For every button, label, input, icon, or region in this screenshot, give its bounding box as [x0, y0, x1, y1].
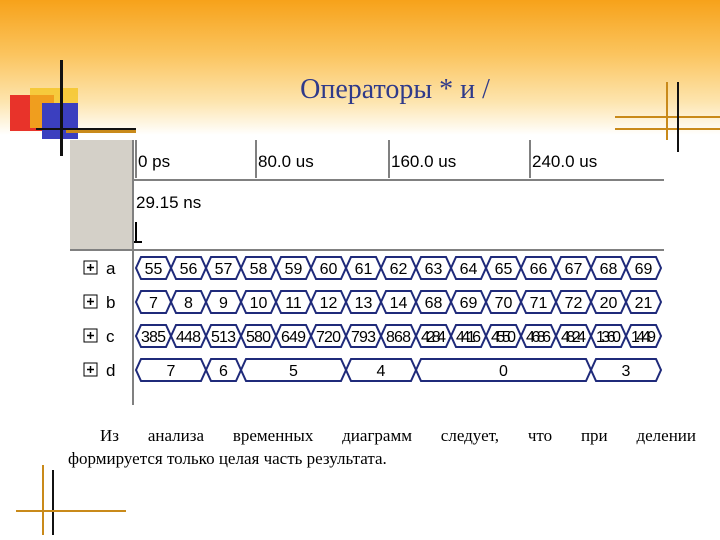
- signal-value: 21: [635, 295, 653, 312]
- signal-value: 4550: [491, 329, 516, 346]
- signal-value: 71: [530, 295, 548, 312]
- expand-icon[interactable]: [83, 328, 98, 343]
- signal-value: 10: [250, 295, 268, 312]
- signal-value: 14: [390, 295, 408, 312]
- caption-line-2: формируется только целая часть результат…: [68, 449, 387, 468]
- signal-value: 67: [565, 261, 583, 278]
- signal-value: 68: [600, 261, 618, 278]
- signal-value: 57: [215, 261, 233, 278]
- signal-value: 55: [145, 261, 163, 278]
- signal-name-d[interactable]: d: [106, 361, 115, 380]
- signal-value: 1360: [596, 329, 621, 346]
- name-column-header: [70, 140, 132, 250]
- signal-value: 448: [176, 329, 201, 346]
- signal-value: 58: [250, 261, 268, 278]
- signal-value: 1449: [631, 329, 656, 346]
- signal-value: 56: [180, 261, 198, 278]
- signal-value: 11: [285, 295, 302, 312]
- signal-value: 720: [316, 329, 341, 346]
- signal-name-column: [70, 250, 132, 405]
- signal-value: 20: [600, 295, 618, 312]
- cursor-time-label: 29.15 ns: [136, 193, 201, 212]
- expand-icon[interactable]: [83, 294, 98, 309]
- signal-value: 12: [320, 295, 338, 312]
- time-label: 160.0 us: [391, 152, 456, 171]
- signal-value: 63: [425, 261, 443, 278]
- signal-value: 9: [219, 295, 228, 312]
- signal-value: 7: [167, 363, 176, 380]
- signal-value: 65: [495, 261, 513, 278]
- signal-value: 66: [530, 261, 548, 278]
- page-title: Операторы * и /: [300, 74, 490, 105]
- signal-value: 64: [460, 261, 478, 278]
- signal-value: 793: [351, 329, 376, 346]
- signal-value: 4824: [561, 329, 586, 346]
- signal-value: 61: [355, 261, 373, 278]
- time-label: 0 ps: [138, 152, 170, 171]
- signal-value: 62: [390, 261, 408, 278]
- signal-value: 385: [141, 329, 166, 346]
- signal-value: 8: [184, 295, 193, 312]
- signal-value: 580: [246, 329, 271, 346]
- signal-value: 72: [565, 295, 583, 312]
- time-label: 240.0 us: [532, 152, 597, 171]
- signal-value: 5: [289, 363, 298, 380]
- signal-value: 0: [499, 363, 508, 380]
- signal-value: 69: [460, 295, 478, 312]
- signal-value: 649: [281, 329, 306, 346]
- header-gradient: [0, 0, 720, 135]
- waveform-viewer: 0 ps 80.0 us 160.0 us 240.0 us 29.15 ns a 55 56…: [70, 140, 664, 405]
- signal-value: 60: [320, 261, 338, 278]
- waveform-canvas: 0 ps 80.0 us 160.0 us 240.0 us29.15 nsa 55 56…: [70, 140, 664, 405]
- expand-icon[interactable]: [83, 260, 98, 275]
- signal-value: 4: [377, 363, 386, 380]
- time-label: 80.0 us: [258, 152, 314, 171]
- signal-name-a[interactable]: a: [106, 259, 116, 278]
- signal-value: 6: [219, 363, 228, 380]
- signal-value: 868: [386, 329, 411, 346]
- signal-value: 4416: [456, 329, 481, 346]
- signal-value: 4686: [526, 329, 551, 346]
- signal-value: 13: [355, 295, 373, 312]
- signal-name-c[interactable]: c: [106, 327, 115, 346]
- signal-value: 7: [149, 295, 158, 312]
- signal-value: 513: [211, 329, 236, 346]
- signal-name-b[interactable]: b: [106, 293, 115, 312]
- signal-value: 4284: [421, 329, 446, 346]
- signal-value: 59: [285, 261, 303, 278]
- signal-value: 68: [425, 295, 443, 312]
- signal-value: 3: [622, 363, 631, 380]
- caption-text: Из анализа временных диаграмм следует, ч…: [68, 424, 696, 470]
- expand-icon[interactable]: [83, 362, 98, 377]
- caption-line-1: Из анализа временных диаграмм следует, ч…: [100, 426, 696, 445]
- signal-value: 70: [495, 295, 513, 312]
- signal-value: 69: [635, 261, 653, 278]
